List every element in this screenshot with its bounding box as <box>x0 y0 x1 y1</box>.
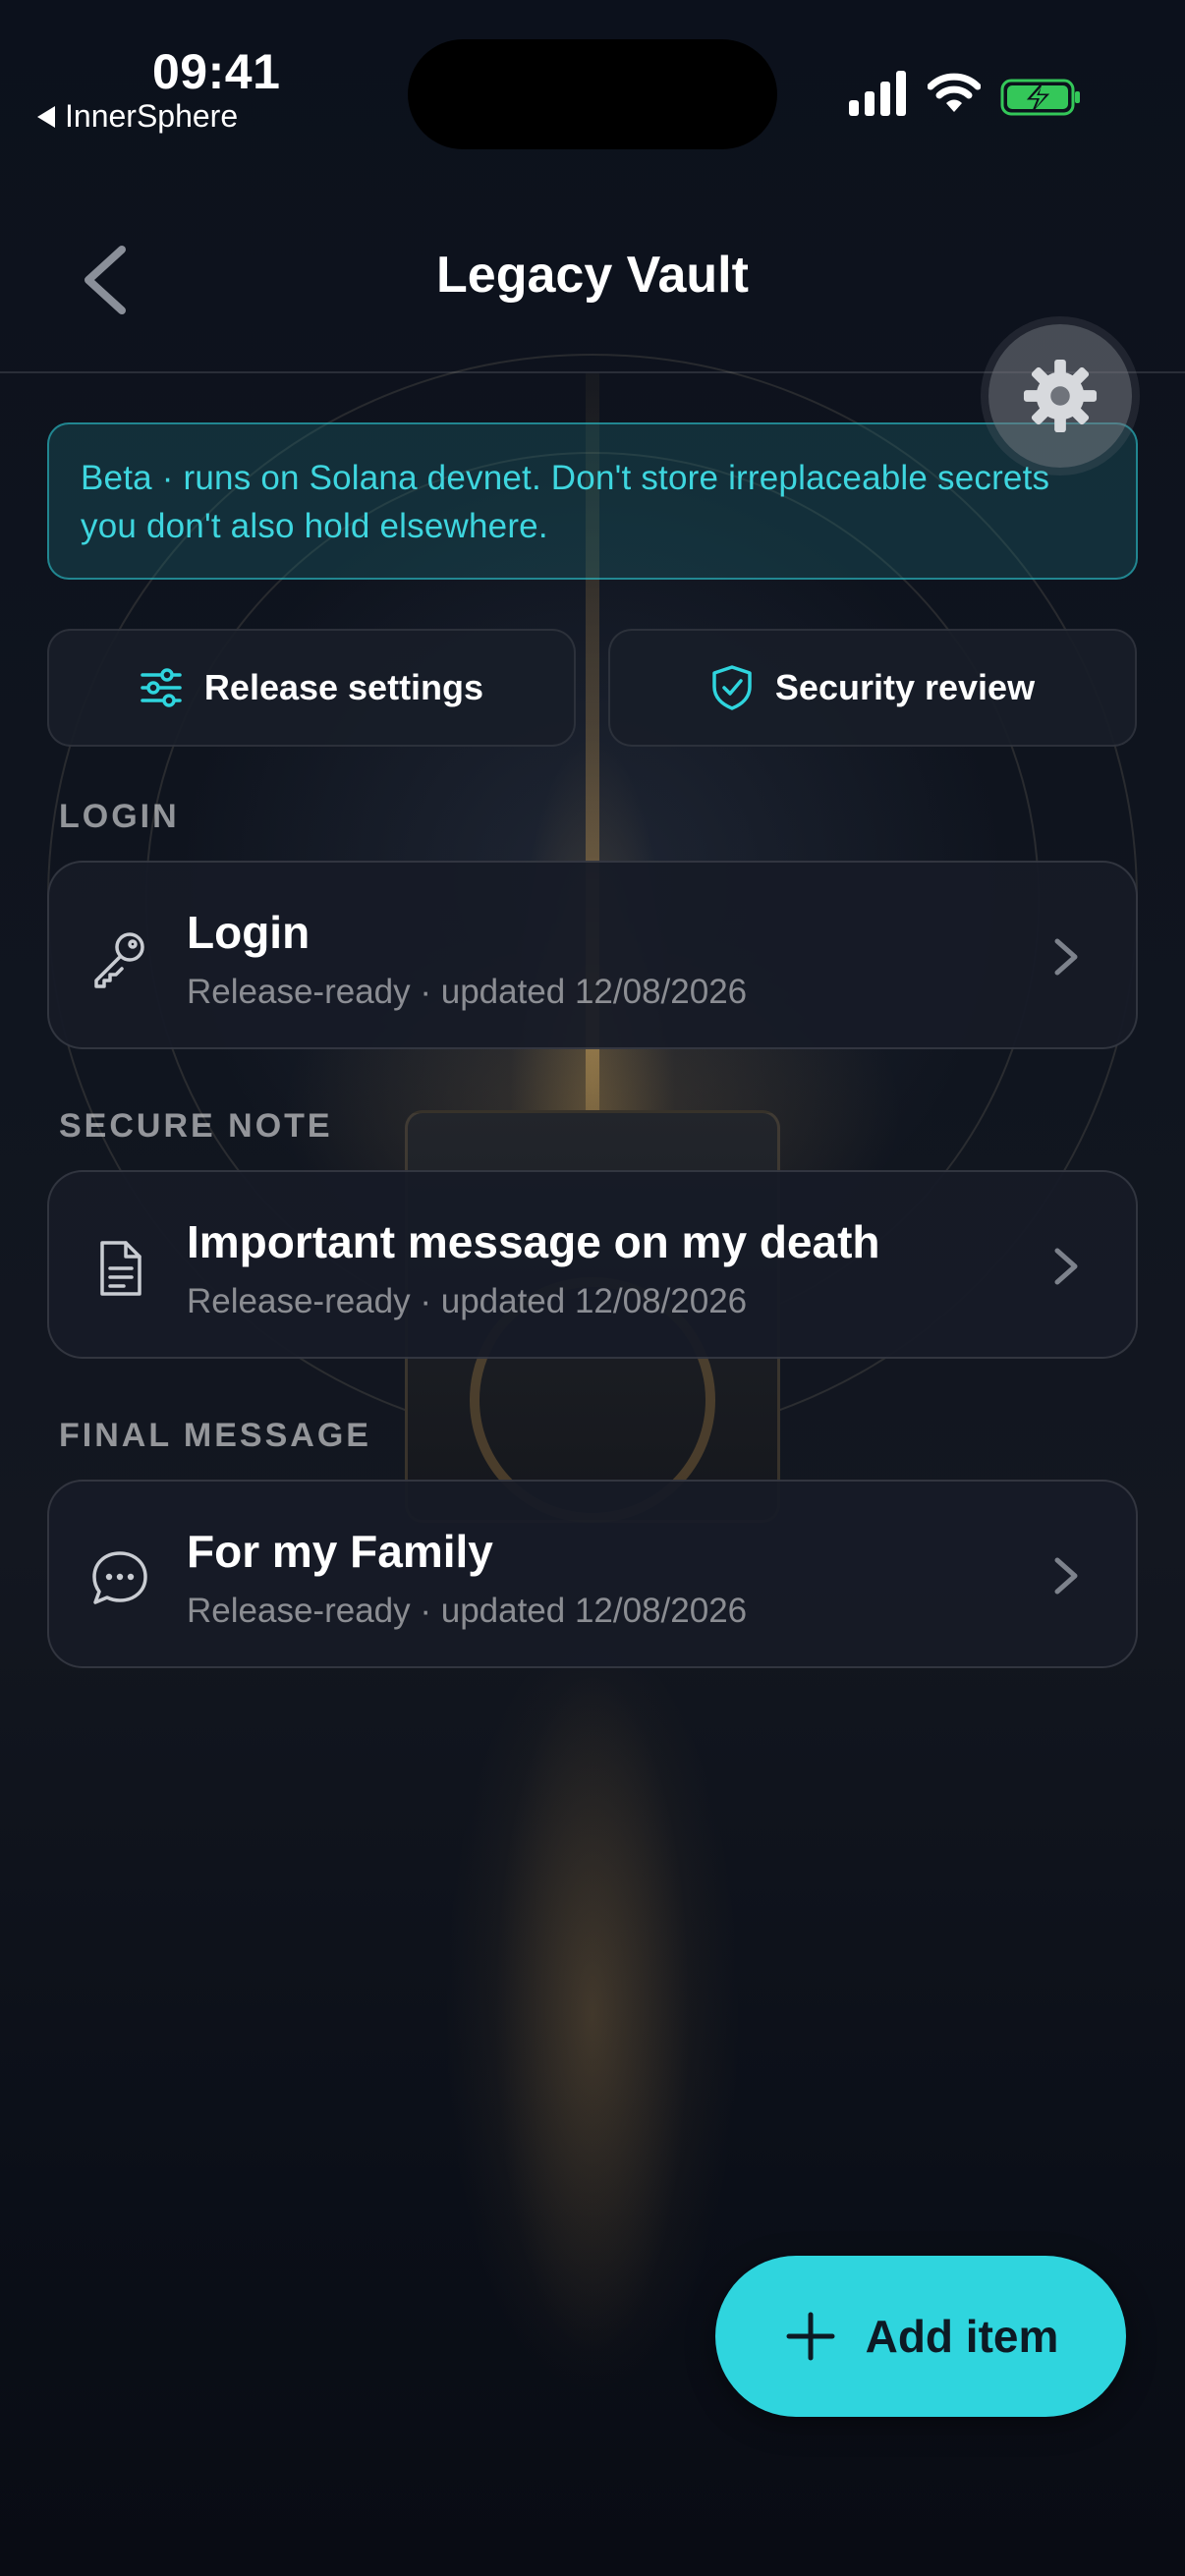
sliders-icon <box>141 668 182 707</box>
shield-check-icon <box>712 665 752 710</box>
vault-item-subtitle: Release-ready · updated 12/08/2026 <box>187 1282 748 1320</box>
beta-warning-text: Beta · runs on Solana devnet. Don't stor… <box>81 459 1050 545</box>
vault-item-title: Important message on my death <box>187 1216 880 1267</box>
page-title: Legacy Vault <box>436 247 749 304</box>
vault-item-title: Login <box>187 907 310 958</box>
chat-bubble-icon <box>92 1551 147 1604</box>
vault-item-secure-note[interactable]: Important message on my death Release-re… <box>47 1170 1138 1359</box>
release-settings-button[interactable]: Release settings <box>47 629 576 747</box>
back-triangle-icon <box>37 105 55 128</box>
battery-charging-icon <box>1000 79 1080 116</box>
wifi-icon <box>928 73 981 112</box>
chevron-right-icon <box>1054 938 1078 976</box>
gear-icon <box>1023 359 1098 433</box>
add-item-label: Add item <box>865 2311 1059 2362</box>
status-back-app-name: InnerSphere <box>65 98 239 134</box>
chevron-right-icon <box>1054 1557 1078 1595</box>
release-settings-label: Release settings <box>203 667 484 707</box>
settings-button[interactable] <box>988 324 1132 468</box>
add-item-button[interactable]: Add item <box>715 2256 1126 2417</box>
beta-warning-banner: Beta · runs on Solana devnet. Don't stor… <box>47 422 1138 580</box>
status-back-to-app[interactable]: InnerSphere <box>37 98 238 135</box>
legacy-vault-screen: 09:41 InnerSphere Legacy Vault Beta · ru… <box>0 0 1185 2576</box>
key-icon <box>94 932 144 988</box>
vault-item-final-message[interactable]: For my Family Release-ready · updated 12… <box>47 1480 1138 1668</box>
security-review-label: Security review <box>774 667 1036 707</box>
vault-item-subtitle: Release-ready · updated 12/08/2026 <box>187 1592 748 1630</box>
chevron-right-icon <box>1054 1248 1078 1285</box>
section-header-final-message: FINAL MESSAGE <box>59 1417 371 1454</box>
plus-icon <box>786 2312 835 2361</box>
dynamic-island <box>408 39 777 149</box>
vault-item-title: For my Family <box>187 1526 493 1577</box>
vault-item-subtitle: Release-ready · updated 12/08/2026 <box>187 973 748 1011</box>
background-floor-glow <box>494 1670 691 2358</box>
cellular-signal-icon <box>849 71 906 116</box>
document-icon <box>100 1241 141 1296</box>
section-header-login: LOGIN <box>59 798 180 835</box>
security-review-button[interactable]: Security review <box>608 629 1137 747</box>
status-time: 09:41 <box>152 44 281 99</box>
vault-item-login[interactable]: Login Release-ready · updated 12/08/2026 <box>47 861 1138 1049</box>
section-header-secure-note: SECURE NOTE <box>59 1107 333 1145</box>
